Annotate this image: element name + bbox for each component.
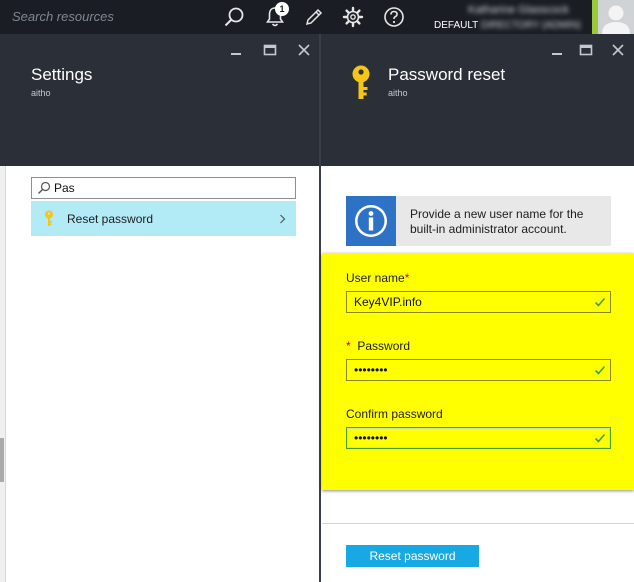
search-icon[interactable] [219,0,249,34]
avatar[interactable] [598,0,634,34]
settings-filter-box[interactable] [31,177,296,199]
top-bar: 1 Katharine Glasscock DEFAULT DIRECTORY … [0,0,634,34]
password-input[interactable] [354,361,584,379]
required-marker: * [346,339,351,353]
account-directory-rest: DIRECTORY (ADMIN) [478,20,581,31]
info-icon [355,205,387,237]
minimize-icon[interactable] [550,43,564,57]
settings-gear-icon[interactable] [340,0,366,34]
chevron-right-icon [280,214,286,224]
password-blade-subtitle: aitho [388,88,408,98]
confirm-password-input[interactable] [354,429,584,447]
account-directory-prefix: DEFAULT [434,20,479,31]
username-label: User name* [346,271,409,285]
edit-pencil-icon[interactable] [301,0,327,34]
required-marker: * [404,271,410,285]
search-resources-input[interactable] [0,0,212,32]
maximize-icon[interactable] [579,43,593,57]
help-question-icon[interactable] [381,0,407,34]
settings-blade-subtitle: aitho [31,88,51,98]
settings-item-reset-password[interactable]: Reset password [31,201,296,236]
reset-password-button[interactable]: Reset password [346,545,479,567]
account-directory: DEFAULT DIRECTORY (ADMIN) [434,20,581,31]
username-field[interactable] [346,291,611,313]
maximize-icon[interactable] [263,43,277,57]
password-field[interactable] [346,359,611,381]
password-label-text: Password [357,339,411,353]
confirm-password-label: Confirm password [346,407,443,421]
password-blade-title: Password reset [388,65,506,84]
info-message: Provide a new user name for the built-in… [346,196,611,246]
settings-filter-input[interactable] [54,178,284,198]
valid-check-icon [594,365,606,375]
info-message-text: Provide a new user name for the built-in… [410,207,584,236]
confirm-password-field[interactable] [346,427,611,449]
settings-blade-title: Settings [31,65,93,84]
key-icon [352,65,370,99]
info-icon-tile [346,196,396,246]
account-name: Katharine Glasscock [468,4,569,16]
key-icon [45,210,53,226]
valid-check-icon [594,433,606,443]
horizontal-scroll-handle[interactable] [0,438,4,482]
footer-separator [322,523,634,524]
password-label: * Password [346,339,410,353]
username-input[interactable] [354,293,584,311]
minimize-icon[interactable] [229,43,243,57]
notification-count-badge: 1 [275,2,289,16]
account-menu[interactable]: Katharine Glasscock DEFAULT DIRECTORY (A… [426,0,592,34]
close-icon[interactable] [611,43,625,57]
close-icon[interactable] [297,43,311,57]
username-label-text: User name [346,271,405,285]
filter-search-icon [38,181,51,194]
journey-strip-body [0,166,6,582]
valid-check-icon [594,297,606,307]
settings-item-label: Reset password [67,212,154,226]
